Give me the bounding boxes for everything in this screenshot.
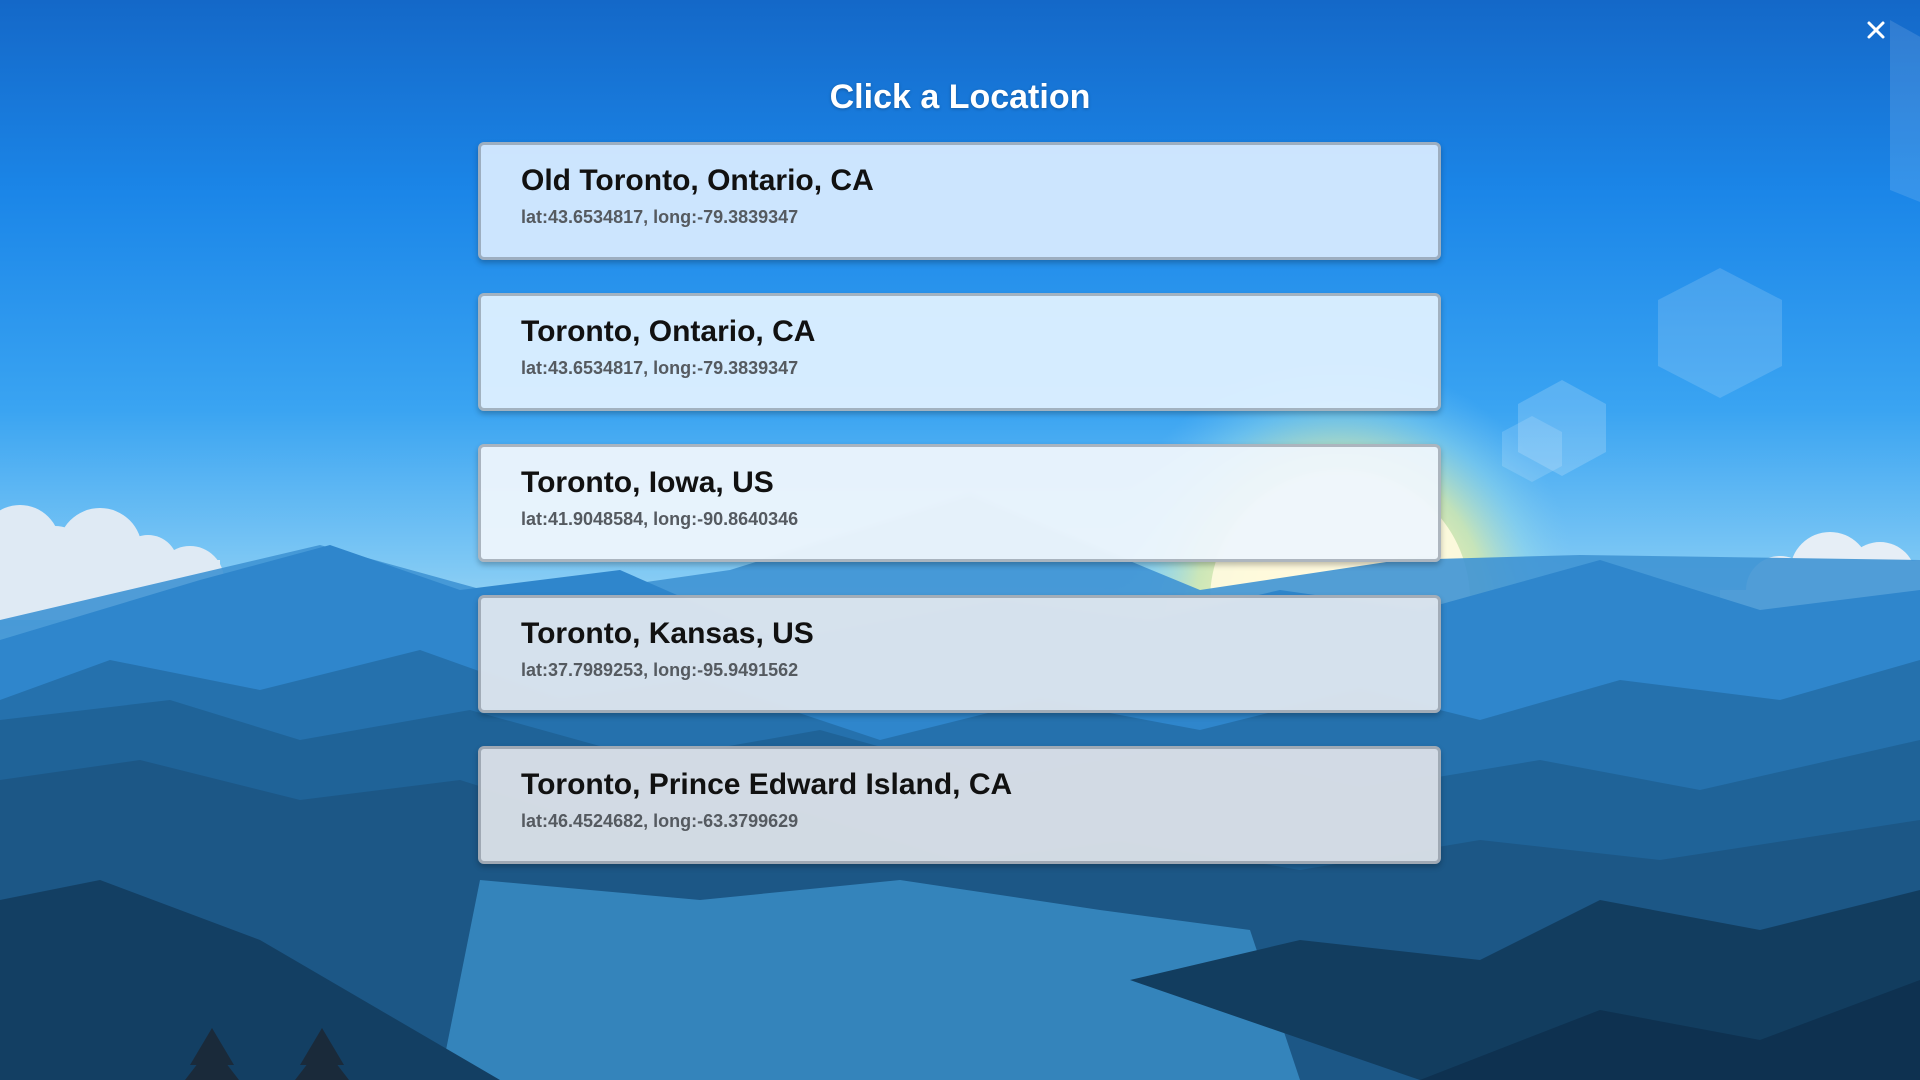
location-coordinates: lat:43.6534817, long:-79.3839347 (521, 358, 799, 378)
location-item-toronto-pei[interactable]: Toronto, Prince Edward Island, CA lat:46… (478, 746, 1441, 864)
location-name: Toronto, Prince Edward Island, CA (521, 768, 1013, 801)
location-coordinates: lat:43.6534817, long:-79.3839347 (521, 207, 799, 227)
location-item-toronto-kansas[interactable]: Toronto, Kansas, US lat:37.7989253, long… (478, 595, 1441, 713)
location-item-old-toronto-ontario[interactable]: Old Toronto, Ontario, CA lat:43.6534817,… (478, 142, 1441, 260)
close-icon (1867, 21, 1885, 39)
location-name: Toronto, Kansas, US (521, 617, 814, 650)
location-coordinates: lat:37.7989253, long:-95.9491562 (521, 660, 799, 680)
location-list: Old Toronto, Ontario, CA lat:43.6534817,… (478, 142, 1441, 897)
location-coordinates: lat:46.4524682, long:-63.3799629 (521, 811, 799, 831)
location-item-toronto-ontario[interactable]: Toronto, Ontario, CA lat:43.6534817, lon… (478, 293, 1441, 411)
location-coordinates: lat:41.9048584, long:-90.8640346 (521, 509, 799, 529)
dialog-title: Click a Location (829, 78, 1091, 116)
background-scene: Click a Location Old Toronto, Ontario, C… (0, 0, 1920, 1080)
location-name: Toronto, Ontario, CA (521, 315, 816, 348)
close-button[interactable] (1858, 12, 1894, 48)
location-name: Toronto, Iowa, US (521, 466, 774, 499)
location-name: Old Toronto, Ontario, CA (521, 164, 874, 197)
location-item-toronto-iowa[interactable]: Toronto, Iowa, US lat:41.9048584, long:-… (478, 444, 1441, 562)
